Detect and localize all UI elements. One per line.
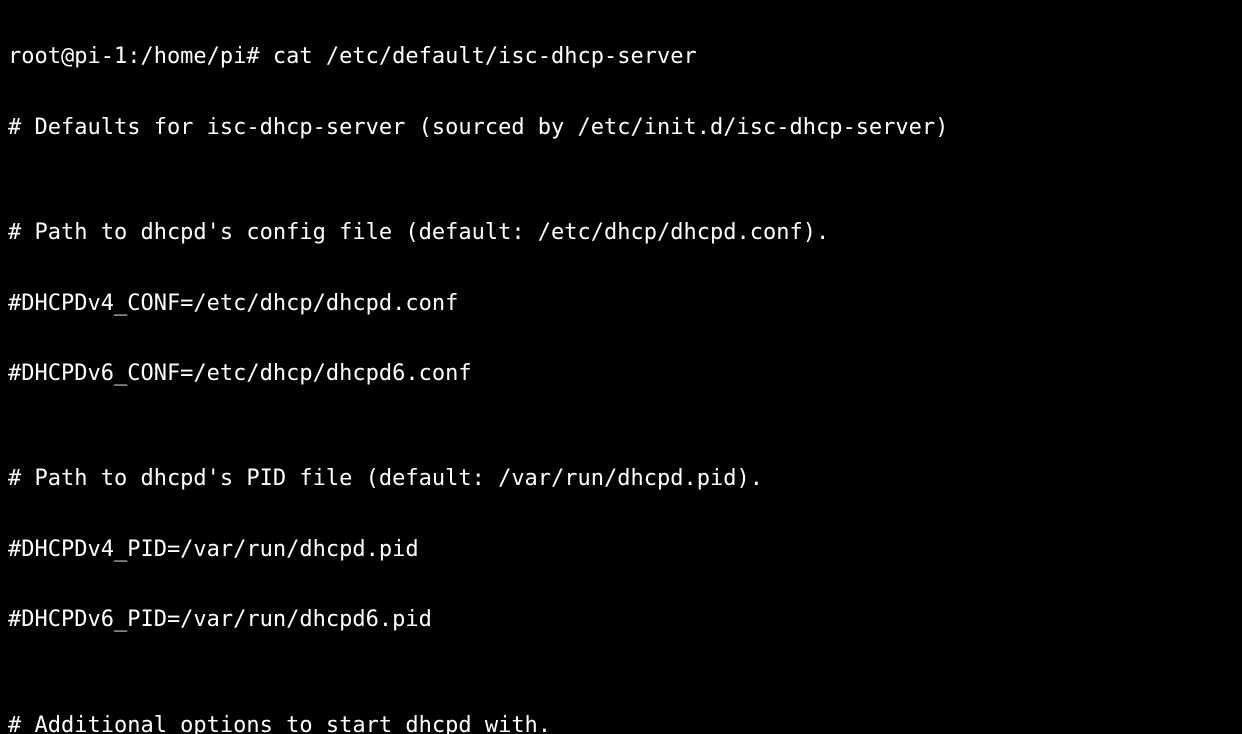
output-line: #DHCPDv6_CONF=/etc/dhcp/dhcpd6.conf bbox=[8, 356, 1234, 391]
output-line: #DHCPDv4_CONF=/etc/dhcp/dhcpd.conf bbox=[8, 286, 1234, 321]
output-line: # Defaults for isc-dhcp-server (sourced … bbox=[8, 110, 1234, 145]
output-line: # Path to dhcpd's PID file (default: /va… bbox=[8, 461, 1234, 496]
output-line: #DHCPDv4_PID=/var/run/dhcpd.pid bbox=[8, 532, 1234, 567]
prompt-line: root@pi-1:/home/pi# cat /etc/default/isc… bbox=[8, 39, 1234, 74]
output-line: # Additional options to start dhcpd with… bbox=[8, 708, 1234, 734]
output-line: # Path to dhcpd's config file (default: … bbox=[8, 215, 1234, 250]
output-line: #DHCPDv6_PID=/var/run/dhcpd6.pid bbox=[8, 602, 1234, 637]
terminal-output[interactable]: root@pi-1:/home/pi# cat /etc/default/isc… bbox=[0, 0, 1242, 734]
